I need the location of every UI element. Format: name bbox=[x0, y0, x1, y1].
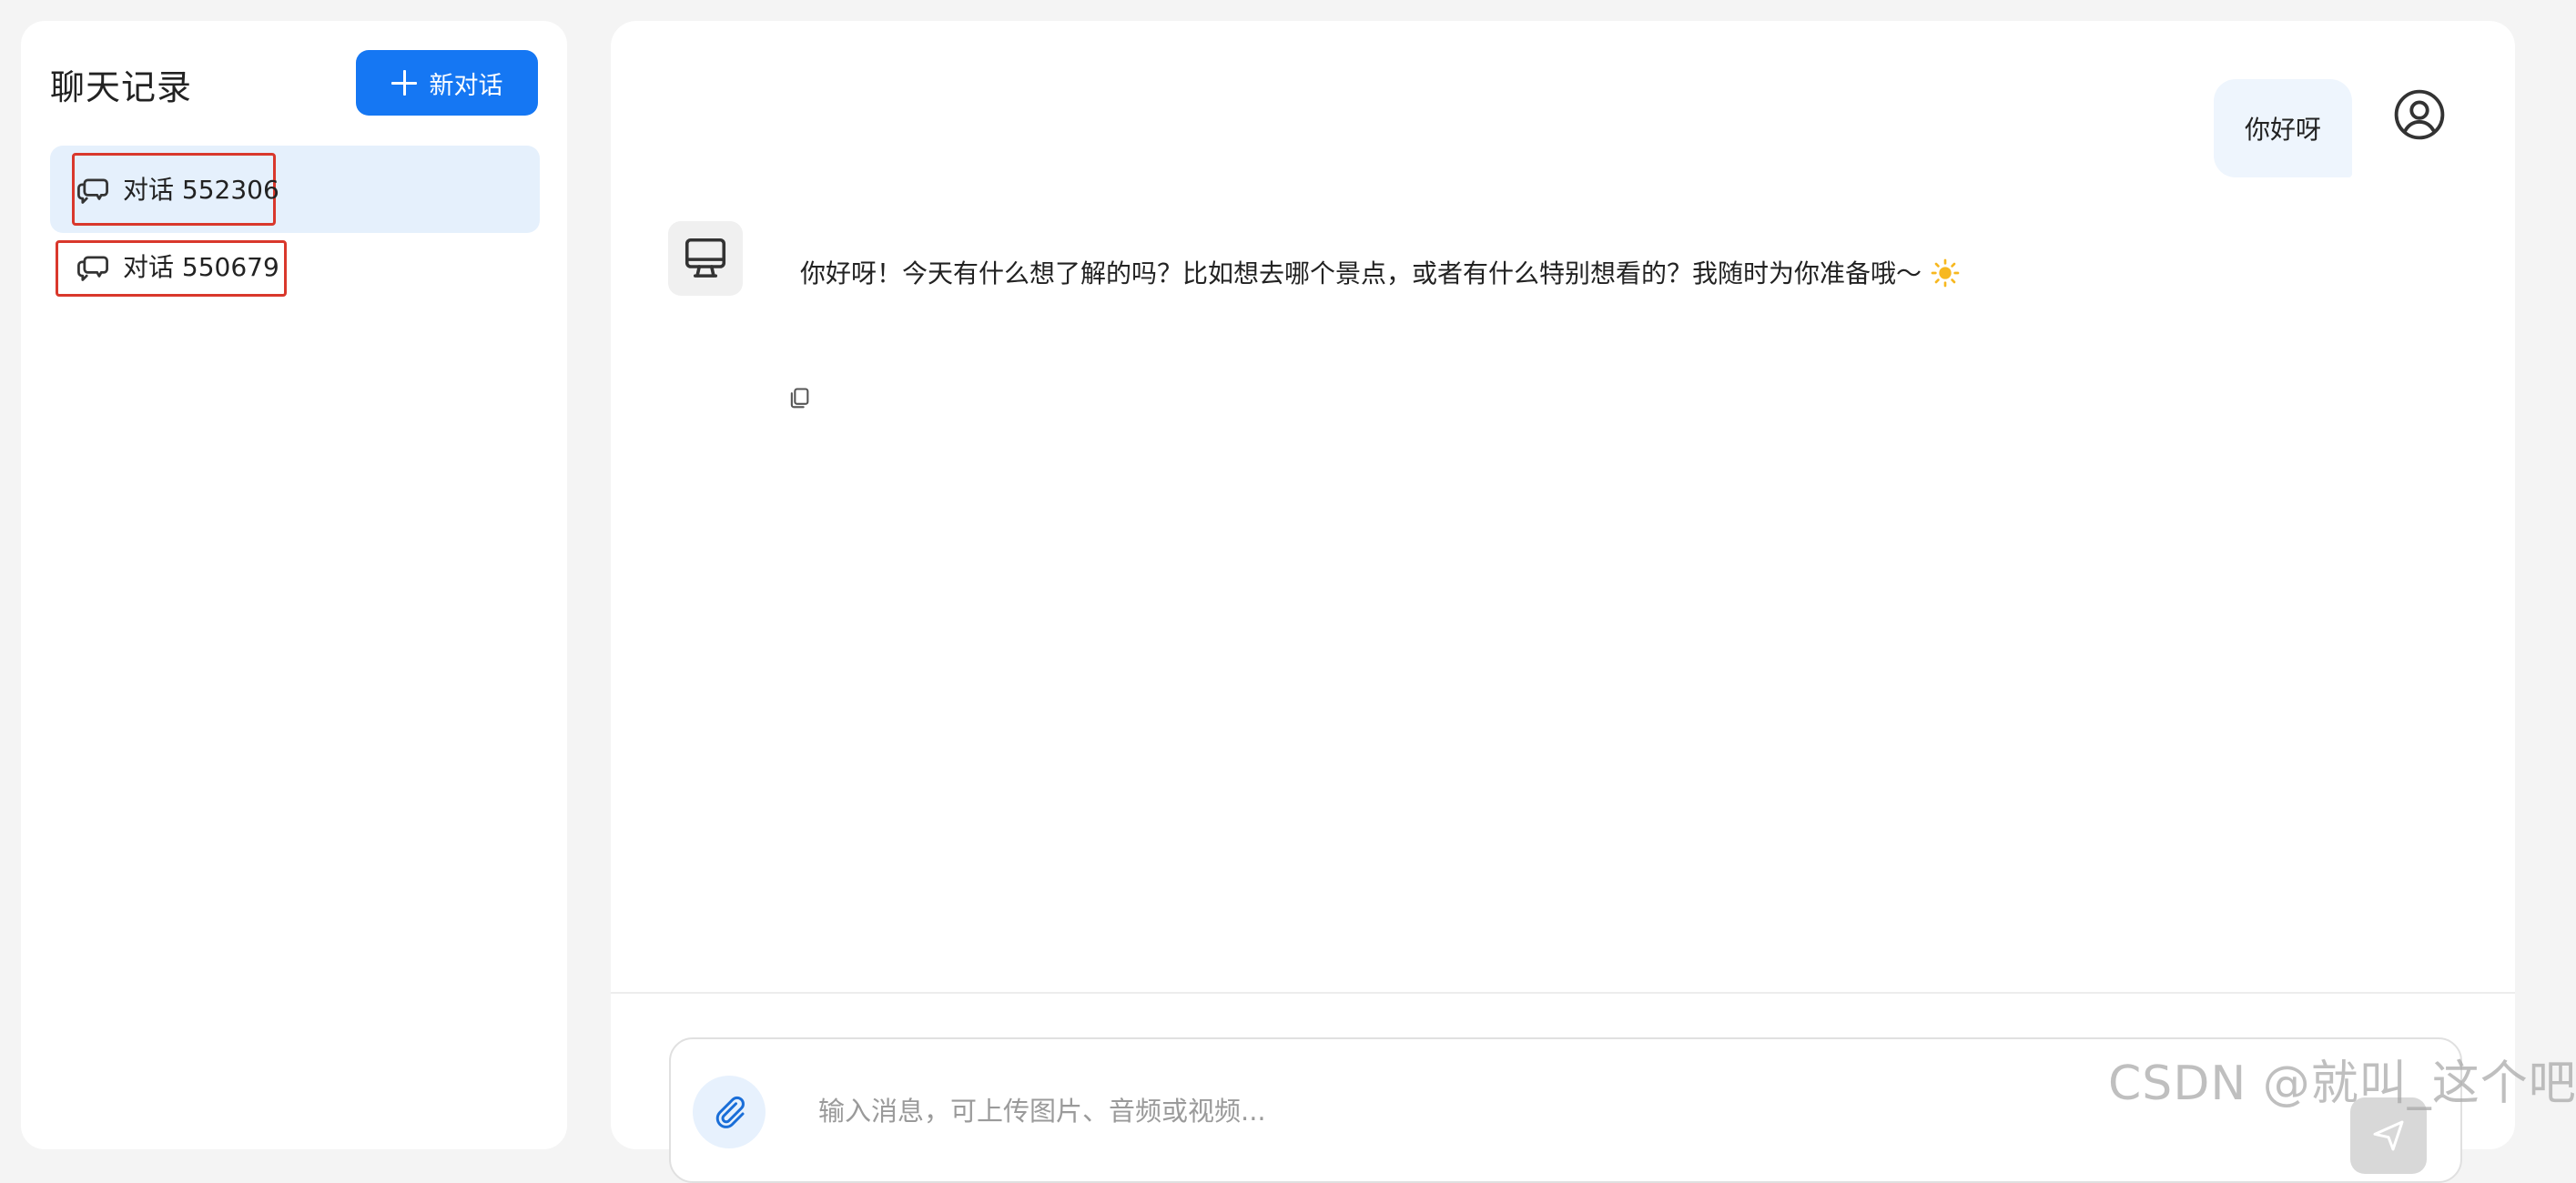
composer-divider bbox=[611, 992, 2515, 994]
bot-avatar bbox=[668, 221, 743, 296]
user-circle-icon[interactable] bbox=[2393, 88, 2446, 141]
assistant-message: 你好呀！今天有什么想了解的吗？比如想去哪个景点，或者有什么特别想看的？我随时为你… bbox=[800, 254, 1960, 290]
chat-panel: 你好呀 你好呀！今天有什么想了解的吗？比如想去哪个景点，或者有什么特别想看的？我… bbox=[611, 21, 2515, 1183]
send-icon bbox=[2373, 1120, 2404, 1151]
user-message-bubble: 你好呀 bbox=[2214, 79, 2352, 177]
assistant-message-text: 你好呀！今天有什么想了解的吗？比如想去哪个景点，或者有什么特别想看的？我随时为你… bbox=[800, 258, 1922, 288]
sun-icon bbox=[1931, 258, 1960, 288]
plus-icon bbox=[390, 70, 417, 96]
monitor-icon bbox=[685, 238, 726, 278]
watermark: CSDN @就叫_这个吧 bbox=[2108, 1057, 2576, 1111]
chat-bubbles-icon bbox=[77, 178, 108, 204]
attach-button[interactable] bbox=[693, 1076, 766, 1148]
message-input[interactable] bbox=[816, 1088, 2182, 1134]
chat-history-sidebar: 聊天记录 新对话 对话 552306 对话 550679 bbox=[21, 21, 567, 1149]
conversation-label: 对话 550679 bbox=[123, 252, 279, 282]
paperclip-icon bbox=[715, 1096, 745, 1128]
chat-bubbles-icon bbox=[77, 256, 108, 281]
new-chat-button[interactable]: 新对话 bbox=[356, 50, 538, 116]
copy-icon[interactable] bbox=[786, 386, 812, 411]
conversation-label: 对话 552306 bbox=[123, 175, 279, 205]
sidebar-title: 聊天记录 bbox=[50, 67, 193, 107]
conversation-item-550679[interactable]: 对话 550679 bbox=[50, 233, 540, 320]
conversation-item-552306[interactable]: 对话 552306 bbox=[50, 146, 540, 233]
new-chat-label: 新对话 bbox=[429, 71, 503, 100]
